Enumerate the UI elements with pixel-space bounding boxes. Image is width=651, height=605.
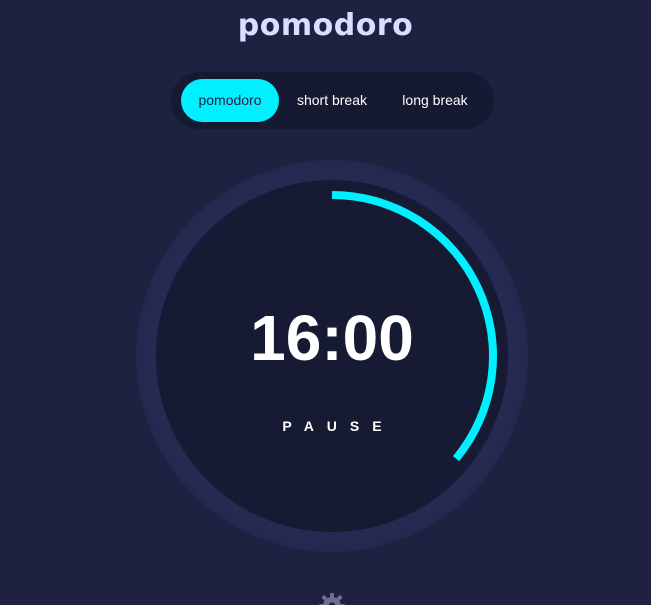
- tab-long-break[interactable]: long break: [391, 79, 479, 122]
- tab-short-break[interactable]: short break: [286, 79, 378, 122]
- timer-face: 16:00 PAUSE: [156, 180, 508, 532]
- pomodoro-app: pomodoro pomodoro short break long break…: [0, 0, 651, 605]
- timer-display: 16:00: [250, 302, 414, 374]
- timer-outer-ring: 16:00 PAUSE: [136, 160, 528, 552]
- gear-icon[interactable]: [318, 592, 346, 605]
- tab-pomodoro[interactable]: pomodoro: [181, 79, 279, 122]
- pause-button[interactable]: PAUSE: [156, 418, 508, 434]
- mode-tabs: pomodoro short break long break: [171, 72, 494, 129]
- app-title: pomodoro: [237, 8, 414, 43]
